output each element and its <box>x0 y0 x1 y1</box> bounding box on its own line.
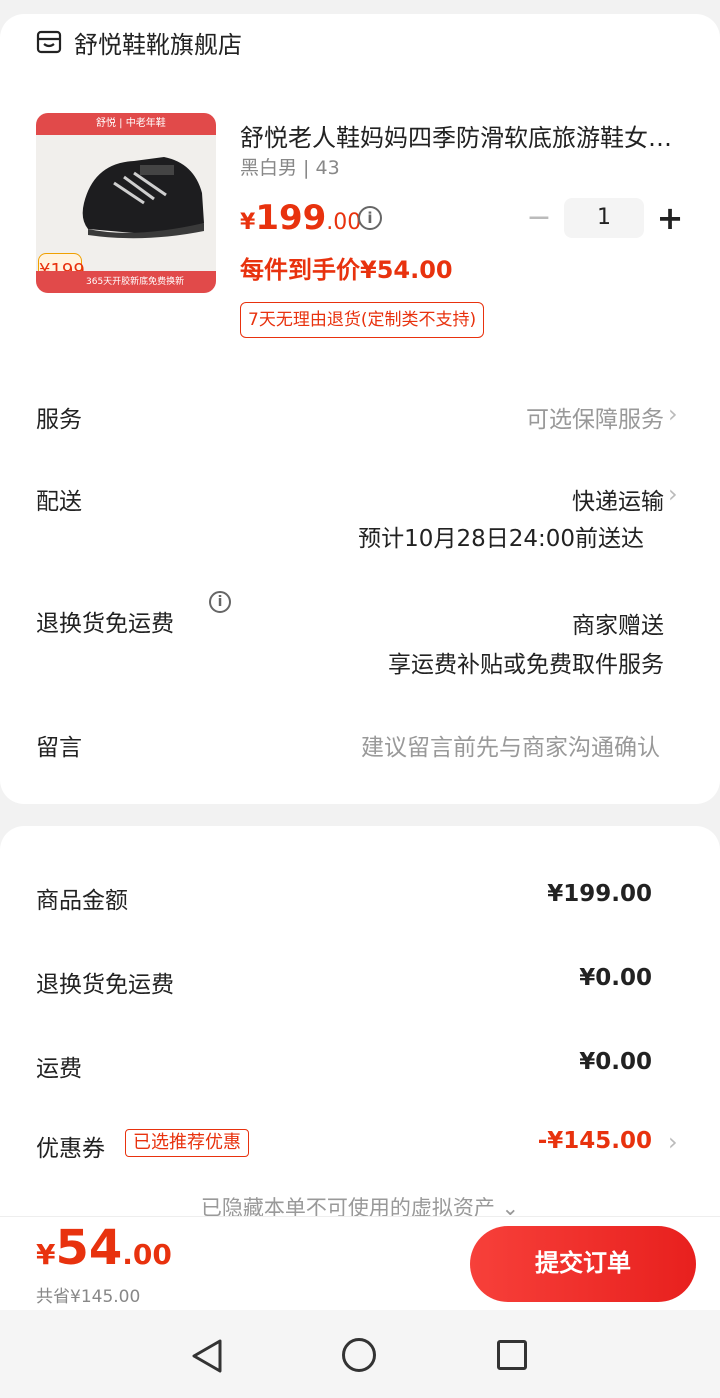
service-label: 服务 <box>36 407 82 433</box>
product-spec[interactable]: 黑白男 | 43 <box>240 153 340 180</box>
return-fee-label: 退换货免运费 <box>36 972 174 998</box>
total-decimal: .00 <box>122 1238 172 1271</box>
shop-header[interactable]: 舒悦鞋靴旗舰店 <box>36 24 242 60</box>
image-banner: 365天开胶新底免费换新 <box>36 271 216 293</box>
goods-amount-label: 商品金额 <box>36 888 128 914</box>
price-decimal: .00 <box>326 210 362 235</box>
delivery-eta: 预计10月28日24:00前送达 <box>358 526 644 552</box>
product-title[interactable]: 舒悦老人鞋妈妈四季防滑软底旅游鞋女款老年健步鞋 <box>240 118 690 153</box>
back-icon[interactable] <box>190 1338 224 1374</box>
coupon-value[interactable]: -¥145.00 <box>538 1128 652 1154</box>
total-integer: 54 <box>55 1220 123 1276</box>
total-saved: 共省¥145.00 <box>36 1287 141 1307</box>
return-shipping-desc: 享运费补贴或免费取件服务 <box>388 652 664 678</box>
delivery-chevron-icon[interactable]: › <box>668 480 680 508</box>
return-policy-badge: 7天无理由退货(定制类不支持) <box>240 302 485 338</box>
price-info-icon[interactable]: i <box>358 206 382 230</box>
shipping-fee-label: 运费 <box>36 1056 82 1082</box>
home-icon[interactable] <box>342 1338 376 1372</box>
coupon-label: 优惠券 <box>36 1136 105 1162</box>
return-shipping-info-icon[interactable]: i <box>209 591 231 613</box>
total-price: ¥ 54 .00 <box>36 1220 172 1276</box>
coupon-chevron-icon[interactable]: › <box>668 1128 680 1156</box>
price-integer: 199 <box>255 198 327 238</box>
return-shipping-value: 商家赠送 <box>572 613 664 639</box>
submit-order-button[interactable]: 提交订单 <box>470 1226 696 1302</box>
quantity-increase-button[interactable]: + <box>656 198 684 238</box>
price-currency: ¥ <box>240 210 256 235</box>
delivery-method[interactable]: 快递运输 <box>572 482 664 516</box>
final-unit-price: 每件到手价¥54.00 <box>240 256 453 284</box>
service-value[interactable]: 可选保障服务 <box>526 400 664 434</box>
store-icon <box>36 30 62 54</box>
product-price: ¥ 199 .00 <box>240 198 361 238</box>
message-input[interactable]: 建议留言前先与商家沟通确认 <box>361 728 660 762</box>
return-fee-value: ¥0.00 <box>579 965 652 991</box>
shipping-fee-value: ¥0.00 <box>579 1049 652 1075</box>
message-label: 留言 <box>36 735 82 761</box>
goods-amount-value: ¥199.00 <box>547 881 652 907</box>
shop-name: 舒悦鞋靴旗舰店 <box>74 30 242 59</box>
shoe-image <box>82 157 204 239</box>
coupon-badge: 已选推荐优惠 <box>125 1129 249 1157</box>
service-chevron-icon[interactable]: › <box>668 400 680 428</box>
delivery-label: 配送 <box>36 489 82 515</box>
total-currency: ¥ <box>36 1238 56 1271</box>
return-shipping-label: 退换货免运费 <box>36 611 174 637</box>
product-image[interactable]: 舒悦 | 中老年鞋 ¥199 365天开胶新底免费换新 <box>36 113 216 293</box>
quantity-decrease-button[interactable]: − <box>526 200 552 236</box>
recent-apps-icon[interactable] <box>497 1340 527 1370</box>
quantity-input[interactable]: 1 <box>564 198 644 238</box>
image-brand-strip: 舒悦 | 中老年鞋 <box>36 113 216 135</box>
